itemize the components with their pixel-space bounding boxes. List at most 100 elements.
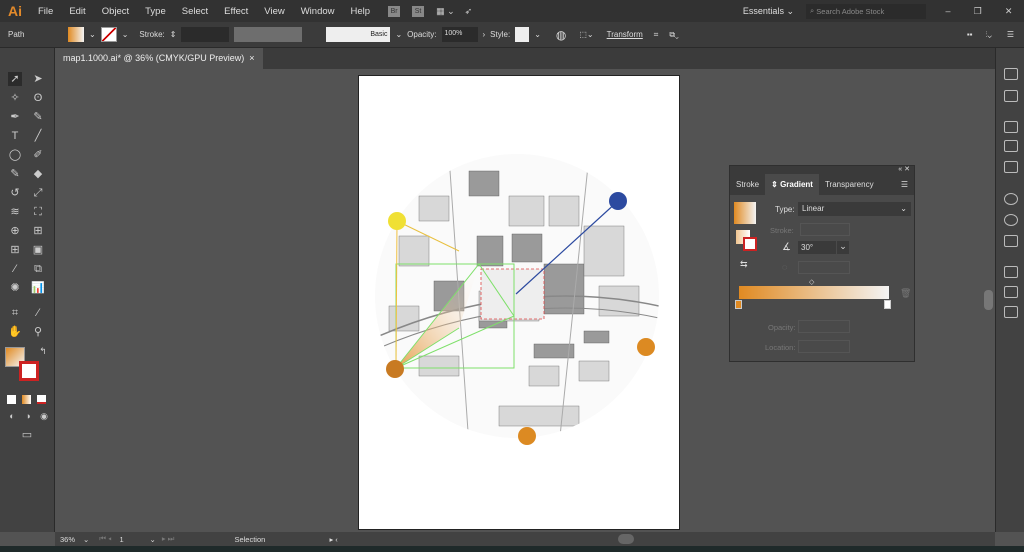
horizontal-scrollbar[interactable] [617,534,634,544]
artboard-dropdown-icon[interactable]: ⌄ [150,535,156,544]
artboard-tool-icon[interactable]: ⌗ [8,306,22,320]
orange-marker-bottom[interactable] [518,427,536,445]
tab-stroke[interactable]: Stroke [730,174,765,195]
line-tool-icon[interactable]: ╱ [31,129,45,143]
stroke-stepper[interactable]: ⇕ [170,30,177,39]
arrange-icon[interactable]: ▪▪ [967,30,973,39]
direct-selection-tool-icon[interactable]: ➤ [31,72,45,86]
pen-tool-icon[interactable]: ✒ [8,110,22,124]
menu-help[interactable]: Help [343,6,379,17]
symbol-sprayer-tool-icon[interactable]: ✺ [8,281,22,295]
brush-definition[interactable]: Basic [326,27,391,42]
mesh-tool-icon[interactable]: ⊞ [8,243,22,257]
links-icon[interactable] [1004,306,1018,318]
bridge-button[interactable]: Br [388,5,401,17]
zoom-dropdown-icon[interactable]: ⌄ [83,535,89,544]
gradient-fill-swatch[interactable] [734,202,756,224]
stock-button[interactable]: St [412,5,425,17]
eraser-tool-icon[interactable]: ◆ [31,167,45,181]
angle-input[interactable]: 30° [798,241,836,254]
eyedropper-tool-icon[interactable]: ⁄ [8,262,22,276]
vertical-scrollbar[interactable] [984,290,993,310]
rotate-tool-icon[interactable]: ↺ [8,186,22,200]
panel-menu-icon[interactable]: ☰ [895,174,914,195]
type-tool-icon[interactable]: T [8,129,22,143]
free-transform-tool-icon[interactable]: ⛶ [31,205,45,219]
gradient-tool-icon[interactable]: ▣ [31,243,45,257]
angle-dropdown[interactable]: ⌄ [837,241,849,254]
zoom-tool-icon[interactable]: ⚲ [31,325,45,339]
opacity-input[interactable]: 100% [441,27,478,42]
magic-wand-tool-icon[interactable]: ✧ [8,91,22,105]
none-mode-icon[interactable] [37,395,46,404]
isolate-icon[interactable]: ⬚⌄ [579,30,593,39]
stroke-swatch[interactable] [100,27,117,42]
lasso-tool-icon[interactable]: ʘ [31,91,45,105]
midpoint-diamond[interactable]: ◇ [809,278,814,286]
next-artboard-icon[interactable]: ▸ ⏭ [162,534,175,544]
draw-behind-icon[interactable]: ◑ [21,409,35,423]
menu-edit[interactable]: Edit [61,6,93,17]
menu-file[interactable]: File [30,6,61,17]
gradient-mode-icon[interactable] [22,395,31,404]
menu-select[interactable]: Select [174,6,216,17]
minimize-icon[interactable]: – [946,6,951,17]
menu-object[interactable]: Object [94,6,137,17]
artboard-number[interactable]: 1 [120,535,150,544]
zoom-level[interactable]: 36% [55,535,83,544]
blue-marker[interactable] [609,192,627,210]
color-panel-icon[interactable] [1004,68,1018,80]
stroke-swatch-small[interactable] [743,237,757,251]
scale-tool-icon[interactable]: ⤢ [31,186,45,200]
status-menu-icon[interactable]: ▸ ‹ [329,535,337,544]
stroke-weight-input[interactable] [181,27,230,42]
export-icon[interactable] [1004,266,1018,278]
shape-icon[interactable]: ⧉⌄ [669,30,679,40]
chevron-down-icon[interactable]: ⌄ [89,30,96,39]
orange-marker-right[interactable] [637,338,655,356]
curvature-tool-icon[interactable]: ✎ [31,110,45,124]
graphic-styles-icon[interactable] [1004,214,1018,226]
paintbrush-tool-icon[interactable]: ✐ [31,148,45,162]
slice-tool-icon[interactable]: ⁄ [31,306,45,320]
menu-view[interactable]: View [256,6,292,17]
appearance-icon[interactable] [1004,193,1018,205]
stock-search-input[interactable]: ⌕ Search Adobe Stock [806,3,926,19]
close-window-icon[interactable]: ✕ [1005,6,1013,17]
ellipse-tool-icon[interactable]: ◯ [8,148,22,162]
arrange-documents-icon[interactable]: ▦ ⌄ [436,6,455,17]
artboard[interactable] [358,75,680,530]
color-guide-icon[interactable] [1004,90,1018,102]
gpu-rocket-icon[interactable]: ➶ [465,6,473,17]
fill-swatch[interactable] [68,27,84,42]
chevron-right-icon[interactable]: › [483,30,486,39]
yellow-marker[interactable] [388,212,406,230]
variable-width-profile[interactable] [234,27,303,42]
hand-tool-icon[interactable]: ✋ [8,325,22,339]
gradient-slider[interactable] [739,286,889,299]
chevron-down-icon[interactable]: ⌄ [395,30,402,39]
reverse-gradient-icon[interactable]: ⇆ [740,259,748,270]
distribute-icon[interactable]: ⫶⌄ [986,30,992,40]
tab-transparency[interactable]: Transparency [819,174,880,195]
menu-effect[interactable]: Effect [216,6,256,17]
orange-marker-left[interactable] [386,360,404,378]
artboards-icon[interactable] [1004,235,1018,247]
restore-icon[interactable]: ❐ [974,6,982,17]
warp-tool-icon[interactable]: ≋ [8,205,22,219]
shaper-tool-icon[interactable]: ✎ [8,167,22,181]
chevron-down-icon[interactable]: ⌄ [534,30,541,39]
screen-mode-icon[interactable]: ▭ [20,428,34,442]
graphic-style-swatch[interactable] [515,27,530,42]
swap-fill-stroke-icon[interactable]: ↰ [36,344,50,358]
perspective-grid-tool-icon[interactable]: ⊞ [31,224,45,238]
panel-menu-icon[interactable]: ☰ [1007,30,1014,39]
tab-gradient[interactable]: ⇕ Gradient [765,174,819,195]
swatches-icon[interactable] [1004,121,1018,133]
document-tab[interactable]: map1.1000.ai* @ 36% (CMYK/GPU Preview) × [55,48,263,69]
color-mode-icon[interactable] [7,395,16,404]
selection-tool-icon[interactable]: ➚ [8,72,22,86]
symbols-icon[interactable] [1004,161,1018,173]
layers-icon[interactable] [1004,286,1018,298]
chevron-down-icon[interactable]: ⌄ [122,30,129,39]
